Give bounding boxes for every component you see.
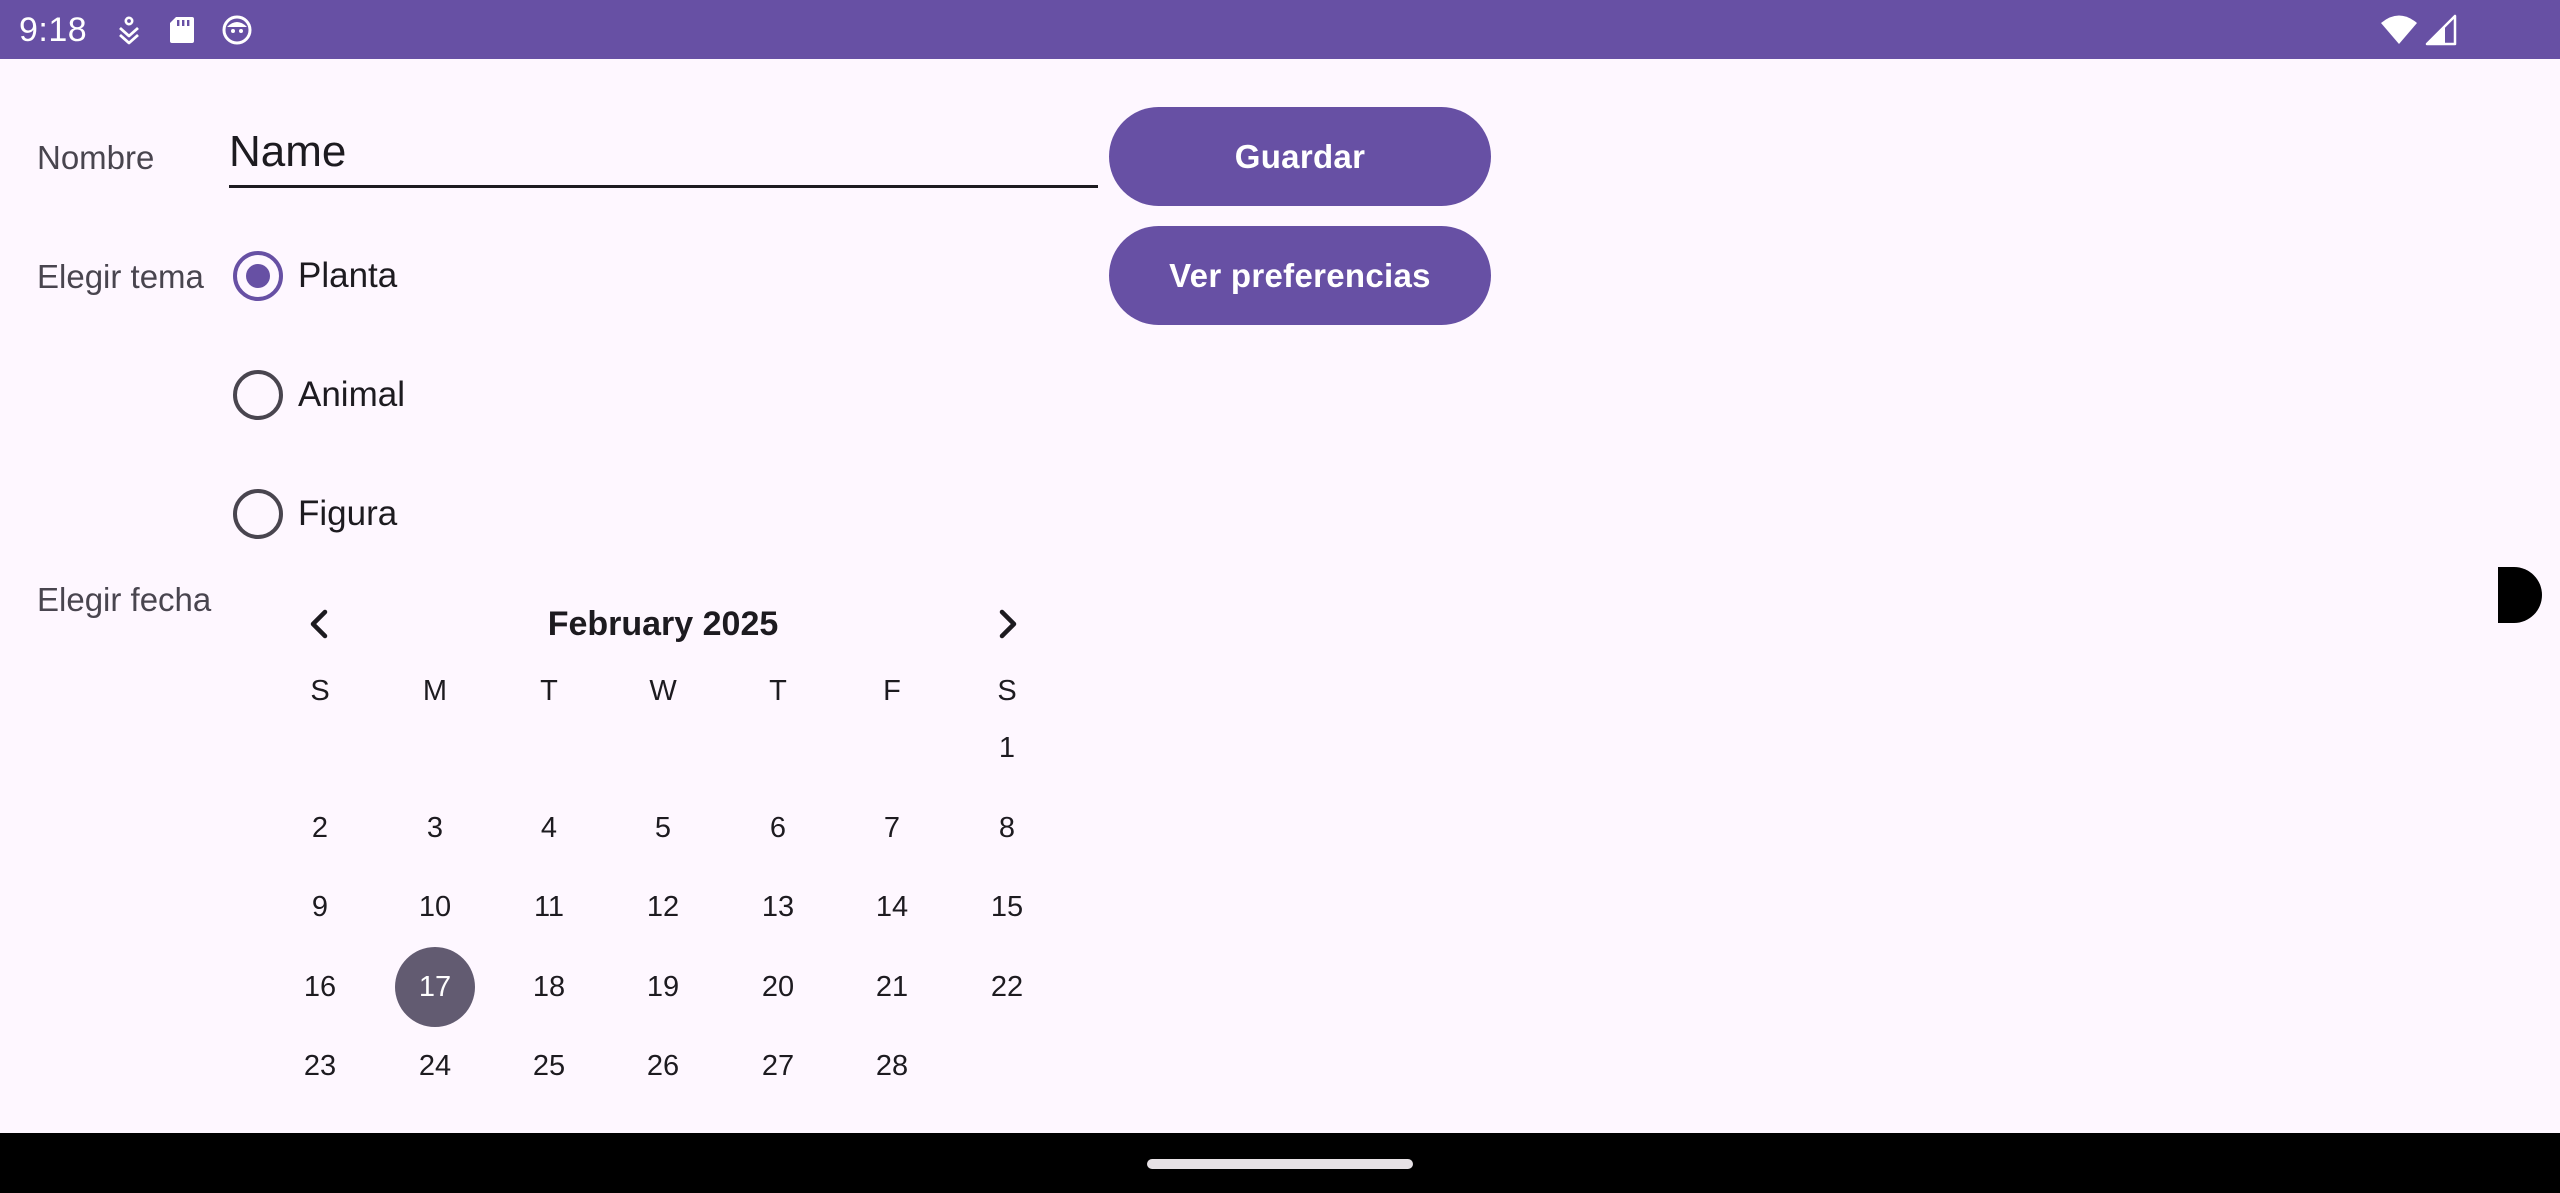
weekday-label: W — [649, 675, 677, 707]
calendar-day[interactable]: 19 — [623, 947, 703, 1027]
calendar-day[interactable]: 27 — [738, 1026, 818, 1106]
wifi-icon — [2380, 14, 2418, 46]
radio-checked-icon[interactable] — [233, 251, 283, 301]
weekday-label: S — [997, 675, 1017, 707]
weekday-label: S — [310, 675, 330, 707]
calendar-day[interactable]: 21 — [852, 947, 932, 1027]
face-icon — [221, 14, 253, 46]
calendar-day[interactable]: 23 — [280, 1026, 360, 1106]
calendar-day-selected[interactable]: 17 — [395, 947, 475, 1027]
calendar-day[interactable]: 22 — [967, 947, 1047, 1027]
calendar-day[interactable]: 10 — [395, 867, 475, 947]
radio-unchecked-icon[interactable] — [233, 370, 283, 420]
weekday-label: F — [883, 675, 901, 707]
calendar-day[interactable]: 26 — [623, 1026, 703, 1106]
calendar-day[interactable]: 13 — [738, 867, 818, 947]
date-label: Elegir fecha — [37, 581, 212, 618]
calendar-day[interactable]: 18 — [509, 947, 589, 1027]
edge-panel-handle[interactable] — [2498, 567, 2542, 623]
status-bar: 9:18 — [0, 0, 2560, 59]
calendar-day[interactable]: 4 — [509, 788, 589, 868]
download-icon — [113, 14, 145, 46]
calendar-day[interactable]: 20 — [738, 947, 818, 1027]
calendar-day[interactable]: 1 — [967, 708, 1047, 788]
theme-label: Elegir tema — [37, 258, 204, 295]
radio-unchecked-icon[interactable] — [233, 489, 283, 539]
calendar-day[interactable]: 6 — [738, 788, 818, 868]
sd-card-icon — [166, 14, 198, 46]
status-time: 9:18 — [19, 11, 88, 49]
calendar-day[interactable]: 28 — [852, 1026, 932, 1106]
calendar-day[interactable]: 8 — [967, 788, 1047, 868]
calendar-day[interactable]: 25 — [509, 1026, 589, 1106]
calendar-day[interactable]: 16 — [280, 947, 360, 1027]
calendar-day[interactable]: 11 — [509, 867, 589, 947]
weekday-label: M — [422, 675, 448, 707]
calendar-day[interactable]: 5 — [623, 788, 703, 868]
home-gesture-handle[interactable] — [1147, 1159, 1413, 1169]
name-input[interactable] — [229, 120, 1098, 184]
calendar-day[interactable]: 3 — [395, 788, 475, 868]
calendar-day[interactable]: 9 — [280, 867, 360, 947]
radio-label: Animal — [298, 375, 405, 414]
next-month-icon[interactable] — [987, 604, 1027, 644]
name-label: Nombre — [37, 139, 155, 176]
radio-label: Figura — [298, 494, 398, 533]
calendar-month-title: February 2025 — [547, 605, 779, 643]
weekday-label: T — [769, 675, 787, 707]
date-picker-calendar: February 2025 S M T W T F S 1 2 3 4 5 6 7 8 9 10 1… — [263, 590, 1063, 1090]
calendar-day[interactable]: 2 — [280, 788, 360, 868]
view-preferences-button[interactable]: Ver preferencias — [1109, 226, 1491, 325]
signal-icon — [2425, 14, 2457, 46]
calendar-day[interactable]: 14 — [852, 867, 932, 947]
save-button[interactable]: Guardar — [1109, 107, 1491, 206]
calendar-day[interactable]: 15 — [967, 867, 1047, 947]
calendar-day[interactable]: 7 — [852, 788, 932, 868]
calendar-day[interactable]: 24 — [395, 1026, 475, 1106]
weekday-label: T — [540, 675, 558, 707]
calendar-day[interactable]: 12 — [623, 867, 703, 947]
previous-month-icon[interactable] — [300, 604, 340, 644]
radio-label: Planta — [298, 256, 398, 295]
calendar-header: February 2025 — [263, 590, 1063, 660]
navigation-bar — [0, 1133, 2560, 1193]
name-field[interactable] — [229, 120, 1098, 188]
